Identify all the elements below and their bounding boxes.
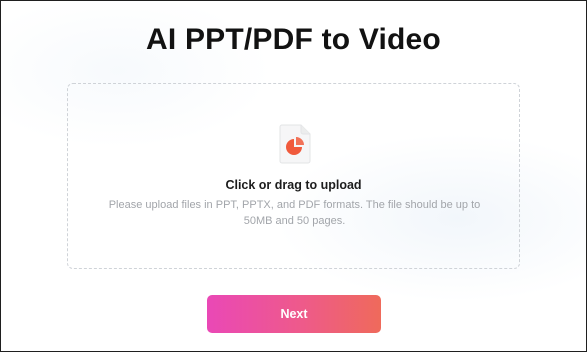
app-frame: AI PPT/PDF to Video Click or drag to upl… bbox=[0, 0, 587, 352]
pdf-file-pie-icon bbox=[279, 124, 311, 164]
upload-prompt: Click or drag to upload bbox=[225, 178, 362, 192]
page-title: AI PPT/PDF to Video bbox=[146, 23, 441, 56]
upload-dropzone[interactable]: Click or drag to upload Please upload fi… bbox=[67, 83, 520, 269]
upload-description: Please upload files in PPT, PPTX, and PD… bbox=[108, 199, 481, 227]
next-button[interactable]: Next bbox=[207, 295, 381, 333]
